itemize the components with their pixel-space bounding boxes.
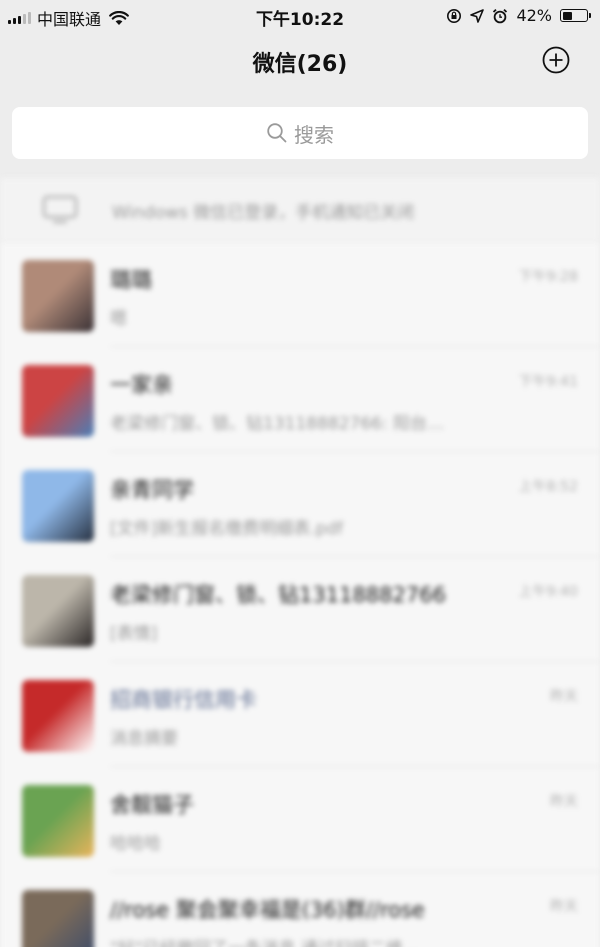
chat-name: //rose 聚会聚幸福是(36)群//rose (110, 898, 425, 922)
chat-time: 昨天 (550, 689, 578, 705)
chat-list-item[interactable]: 璐璐嗯 下午9:28 (0, 242, 600, 347)
chat-preview: 哈哈哈 (110, 834, 161, 854)
chat-preview: 老梁修门窗、锁、钻13118882766: 阳台… (110, 414, 445, 434)
chat-time: 上午9:40 (518, 584, 578, 600)
chat-preview: [文件]新生报名缴费明细表.pdf (110, 519, 344, 539)
plus-circle-icon[interactable] (542, 46, 570, 74)
battery-icon (560, 9, 591, 22)
search-placeholder: 搜索 (294, 122, 334, 147)
battery-percent: 42% (516, 6, 552, 25)
chat-name: 一家亲 (110, 373, 173, 397)
status-bar: 中国联通 下午10:22 42% (0, 0, 600, 30)
avatar (22, 890, 94, 947)
chat-name: 璐璐 (110, 268, 152, 292)
chat-name: 招商银行信用卡 (110, 688, 257, 712)
chat-list-item[interactable]: 一家亲老梁修门窗、锁、钻13118882766: 阳台… 下午9:41 (0, 347, 600, 452)
avatar (22, 470, 94, 542)
desktop-login-text: Windows 微信已登录，手机通知已关闭 (112, 202, 415, 223)
chat-name: 老梁修门窗、锁、钻13118882766 (110, 583, 446, 607)
battery-fill (562, 11, 573, 20)
chat-list-item[interactable]: 老梁修门窗、锁、钻13118882766 [表情] 上午9:40 (0, 557, 600, 662)
desktop-login-notice[interactable]: Windows 微信已登录，手机通知已关闭 (0, 178, 600, 242)
avatar (22, 260, 94, 332)
avatar (22, 680, 94, 752)
chat-time: 昨天 (550, 899, 578, 915)
avatar (22, 785, 94, 857)
chat-time: 昨天 (550, 794, 578, 810)
nav-bar: 微信(26) (0, 30, 600, 94)
status-right: 42% (446, 6, 591, 25)
chat-list-item[interactable]: 舍靓猫子哈哈哈 昨天 (0, 767, 600, 872)
page-title: 微信(26) (252, 52, 348, 77)
chat-list-item[interactable]: //rose 聚会聚幸福是(36)群//rose "好"已经撤回了一条消息 通过扫… (0, 872, 600, 947)
monitor-icon (42, 195, 78, 224)
chat-list-item[interactable]: 亲青同学 [文件]新生报名缴费明细表.pdf 上午8:52 (0, 452, 600, 557)
alarm-icon (493, 8, 508, 23)
chat-preview: 嗯 (110, 309, 127, 329)
chat-list: 璐璐嗯 下午9:28 一家亲老梁修门窗、锁、钻13118882766: 阳台… 下午9… (0, 242, 600, 947)
rotation-lock-icon (447, 8, 462, 23)
search-icon (267, 123, 287, 143)
location-arrow-icon (470, 8, 485, 23)
avatar (22, 575, 94, 647)
chat-time: 上午8:52 (518, 479, 578, 495)
chat-name: 亲青同学 (110, 478, 194, 502)
chat-name: 舍靓猫子 (110, 793, 194, 817)
chat-preview: 消息摘要 (110, 729, 178, 749)
chat-preview: "好"已经撤回了一条消息 通过扫描二维… (110, 934, 420, 947)
chat-time: 下午9:28 (518, 269, 578, 285)
avatar (22, 365, 94, 437)
chat-time: 下午9:41 (518, 374, 578, 390)
chat-list-item[interactable]: 招商银行信用卡消息摘要 昨天 (0, 662, 600, 767)
chat-preview: [表情] (110, 624, 158, 644)
search-bar[interactable]: 搜索 (12, 107, 588, 159)
